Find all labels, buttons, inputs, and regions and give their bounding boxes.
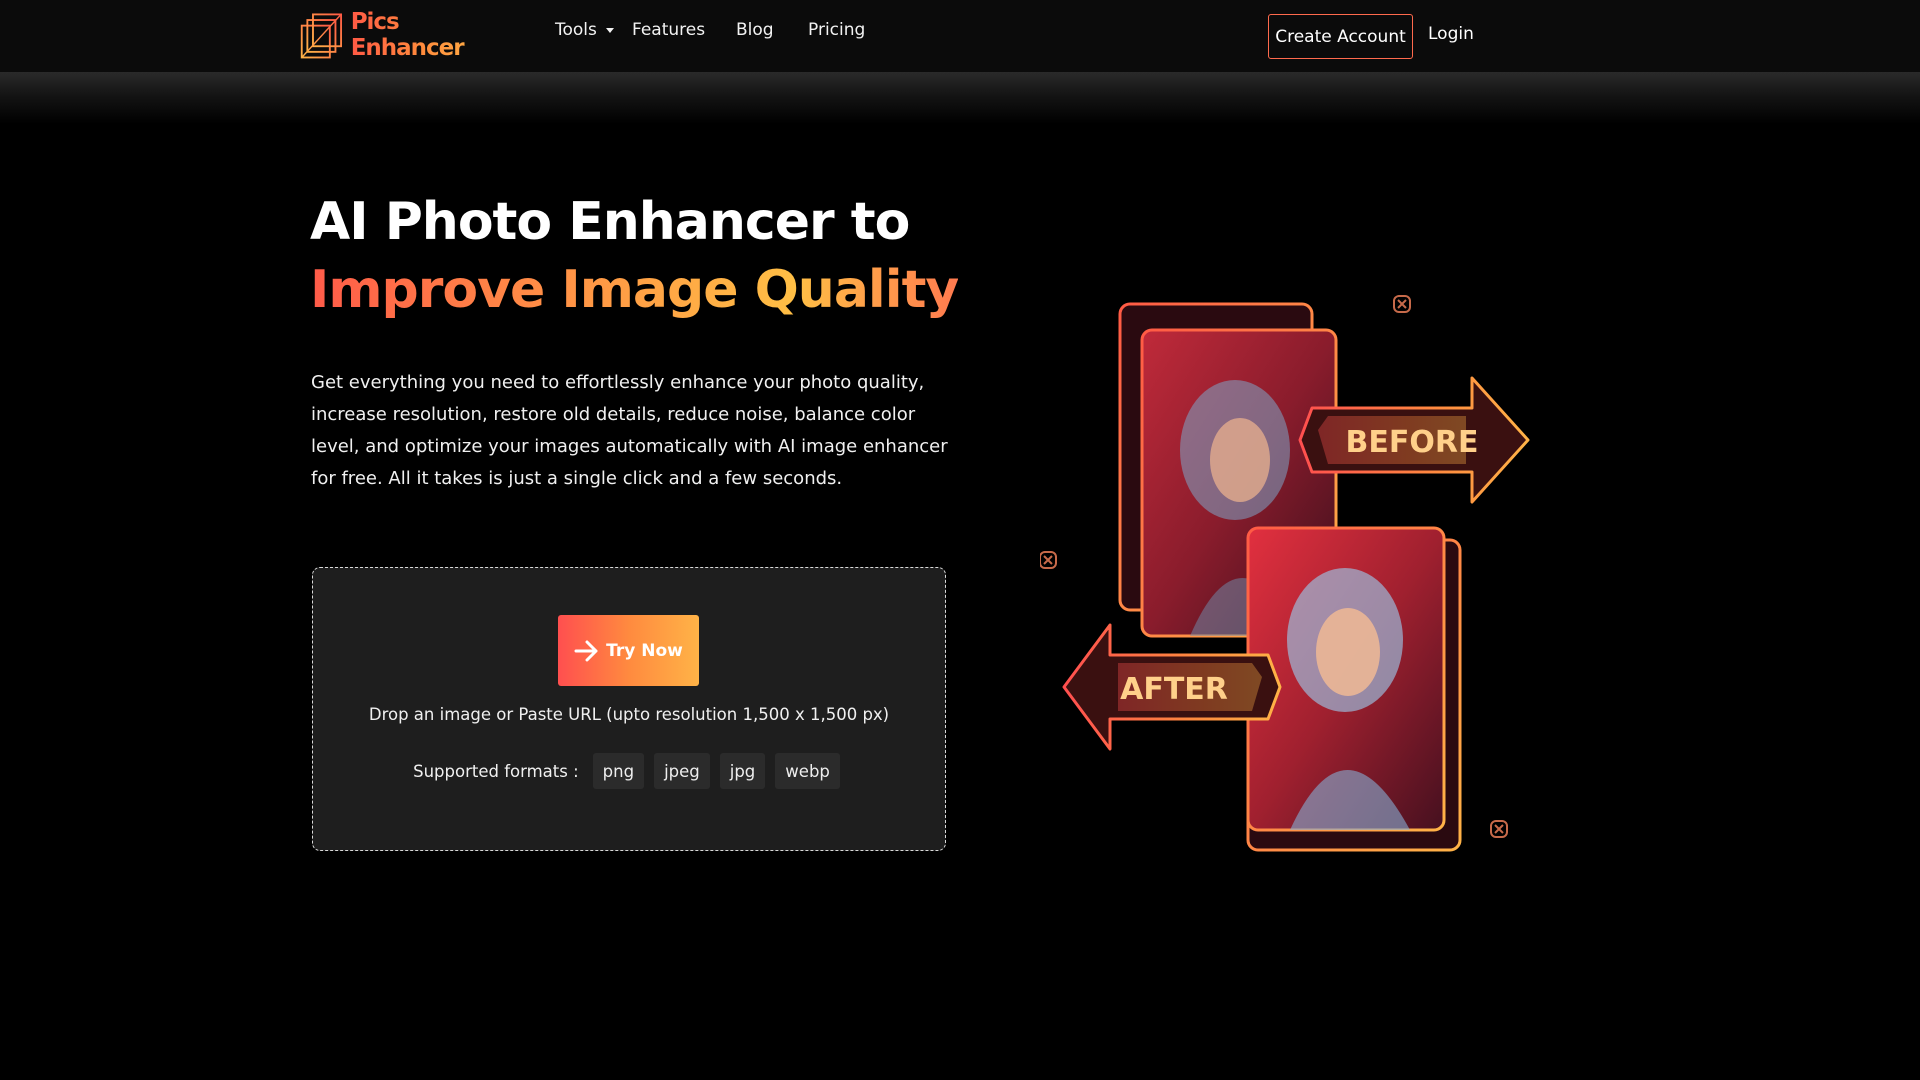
nav-tools-label: Tools — [555, 20, 597, 40]
format-chip-jpeg: jpeg — [654, 753, 710, 789]
nav-blog-link[interactable]: Blog — [736, 20, 808, 40]
formats-label: Supported formats : — [413, 761, 579, 781]
brand-name: Pics Enhancer — [351, 9, 508, 61]
after-label: AFTER — [1120, 672, 1228, 707]
close-x-icon — [1490, 820, 1508, 838]
drop-instructions: Drop an image or Paste URL (upto resolut… — [368, 705, 890, 724]
brand-logo[interactable]: Pics Enhancer — [298, 6, 508, 64]
layered-squares-logo-icon — [300, 13, 343, 59]
nav-pricing-link[interactable]: Pricing — [808, 20, 865, 40]
top-navbar: Pics Enhancer Tools Features Blog Pricin… — [0, 0, 1920, 72]
login-link[interactable]: Login — [1428, 24, 1474, 50]
caret-down-icon — [605, 28, 614, 33]
arrow-right-icon — [574, 640, 598, 661]
hero-title-line2: Improve Image Quality — [310, 256, 959, 324]
before-after-illustration: BEFORE AFTER — [1040, 280, 1540, 860]
try-now-button[interactable]: Try Now — [558, 615, 699, 686]
nav-features-link[interactable]: Features — [632, 20, 736, 40]
navbar-shadow — [0, 72, 1920, 124]
nav-tools-dropdown[interactable]: Tools — [555, 20, 632, 40]
image-drop-zone[interactable]: Try Now Drop an image or Paste URL (upto… — [312, 567, 946, 851]
hero-title: AI Photo Enhancer to Improve Image Quali… — [310, 188, 959, 324]
close-x-icon — [1393, 295, 1411, 313]
main-nav: Tools Features Blog Pricing — [555, 16, 865, 44]
supported-formats: Supported formats : png jpeg jpg webp — [313, 753, 945, 789]
format-chip-png: png — [592, 753, 645, 789]
try-now-label: Try Now — [606, 640, 683, 661]
create-account-button[interactable]: Create Account — [1268, 14, 1413, 59]
format-chip-webp: webp — [775, 753, 840, 789]
hero-title-line1: AI Photo Enhancer to — [310, 192, 910, 252]
close-x-icon — [1040, 551, 1057, 569]
format-chip-jpg: jpg — [719, 753, 766, 789]
before-label: BEFORE — [1346, 425, 1479, 460]
before-after-graphic: BEFORE AFTER — [1040, 295, 1530, 852]
hero-description: Get everything you need to effortlessly … — [311, 372, 948, 489]
